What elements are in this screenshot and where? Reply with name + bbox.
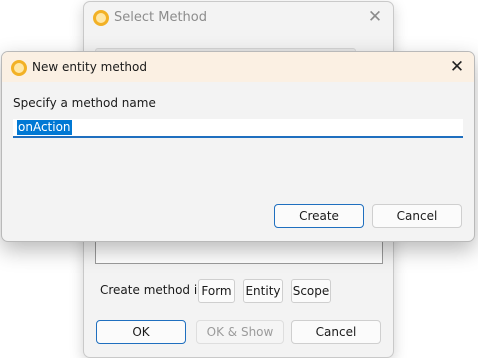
select-method-titlebar: Select Method ✕ bbox=[84, 2, 393, 33]
scope-button[interactable]: Scope bbox=[291, 279, 331, 303]
new-entity-method-dialog: New entity method ✕ Specify a method nam… bbox=[1, 51, 475, 242]
create-in-label: Create method in bbox=[100, 283, 205, 297]
create-button[interactable]: Create bbox=[274, 204, 364, 228]
app-ring-icon bbox=[93, 10, 109, 26]
method-name-value: onAction bbox=[17, 120, 72, 135]
ok-button[interactable]: OK bbox=[96, 320, 186, 344]
cancel-button[interactable]: Cancel bbox=[372, 204, 462, 228]
app-ring-icon bbox=[11, 60, 27, 76]
ok-show-button[interactable]: OK & Show bbox=[196, 320, 284, 344]
select-method-title: Select Method bbox=[114, 10, 207, 25]
new-method-titlebar: New entity method ✕ bbox=[2, 52, 474, 82]
form-button[interactable]: Form bbox=[198, 279, 235, 303]
close-icon[interactable]: ✕ bbox=[366, 8, 384, 26]
method-name-input[interactable]: onAction bbox=[13, 119, 463, 138]
entity-button[interactable]: Entity bbox=[243, 279, 283, 303]
select-cancel-button[interactable]: Cancel bbox=[291, 320, 381, 344]
new-method-title: New entity method bbox=[32, 60, 147, 74]
method-name-label: Specify a method name bbox=[13, 96, 156, 110]
close-icon[interactable]: ✕ bbox=[448, 58, 466, 76]
